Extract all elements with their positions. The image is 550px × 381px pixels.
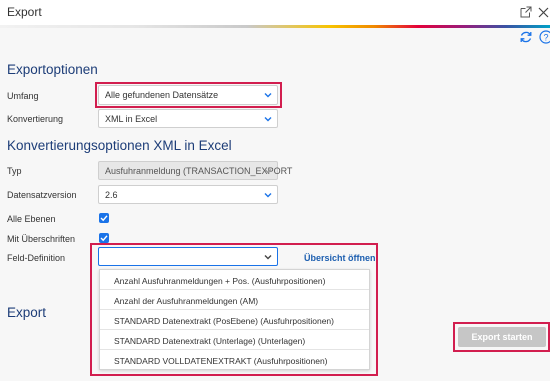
- umfang-highlight: [95, 82, 282, 108]
- checkmark-icon: [100, 215, 108, 222]
- window-titlebar: Export: [0, 0, 550, 26]
- section-title-export: Export: [7, 305, 47, 320]
- external-link-icon[interactable]: [520, 5, 534, 19]
- umfang-label: Umfang: [7, 91, 39, 101]
- section-title-conversion-options: Konvertierungsoptionen XML in Excel: [7, 138, 232, 153]
- mit-ueberschriften-checkbox[interactable]: [99, 233, 109, 243]
- start-export-highlight: [453, 322, 550, 352]
- typ-select: Ausfuhranmeldung (TRANSACTION_EXPORT: [98, 161, 292, 180]
- chevron-down-icon: [264, 191, 272, 199]
- close-icon[interactable]: [538, 5, 550, 19]
- feld-definition-highlight: [90, 243, 378, 376]
- mit-ueberschriften-label: Mit Überschriften: [7, 234, 76, 244]
- datensatzversion-label: Datensatzversion: [7, 190, 77, 200]
- chevron-down-icon: [264, 115, 272, 123]
- svg-text:?: ?: [543, 33, 548, 43]
- typ-label: Typ: [7, 166, 22, 176]
- datensatzversion-select[interactable]: 2.6: [98, 185, 278, 204]
- window-title: Export: [7, 5, 42, 19]
- konvertierung-select[interactable]: XML in Excel: [98, 109, 278, 128]
- chevron-down-icon: [264, 167, 272, 175]
- help-icon[interactable]: ?: [539, 30, 550, 44]
- feld-definition-label: Feld-Definition: [7, 253, 66, 263]
- section-title-export-options: Exportoptionen: [7, 62, 98, 77]
- alle-ebenen-label: Alle Ebenen: [7, 214, 56, 224]
- datensatzversion-value: 2.6: [105, 190, 118, 200]
- checkmark-icon: [100, 235, 108, 242]
- konvertierung-label: Konvertierung: [7, 114, 64, 124]
- refresh-icon[interactable]: [519, 30, 533, 44]
- alle-ebenen-checkbox[interactable]: [99, 213, 109, 223]
- konvertierung-value: XML in Excel: [105, 114, 158, 124]
